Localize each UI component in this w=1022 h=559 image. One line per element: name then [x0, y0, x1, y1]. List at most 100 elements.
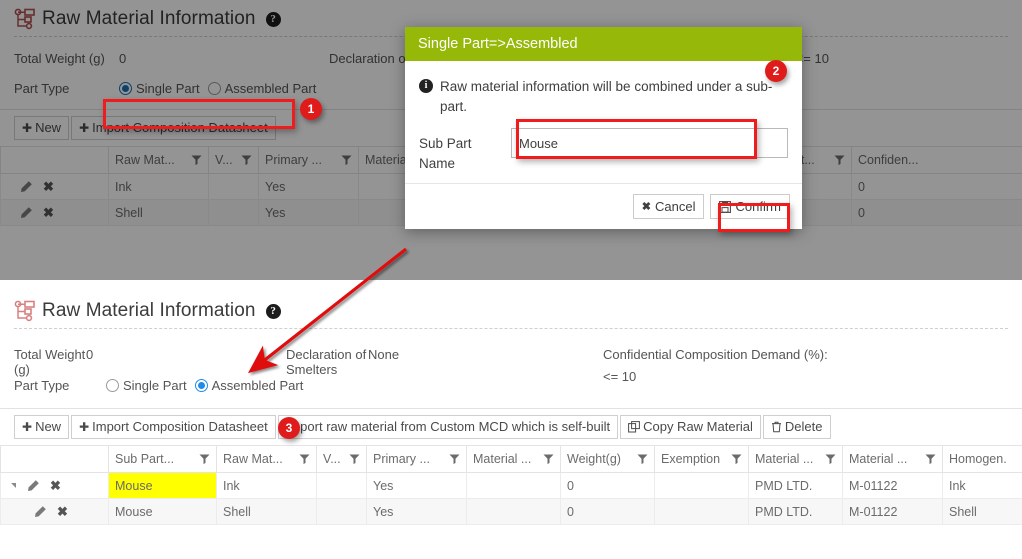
- dialog-title: Single Part=>Assembled: [418, 36, 578, 52]
- declaration-label: Declaration of Smelters: [286, 347, 367, 377]
- annotation-badge-3: 3: [278, 417, 300, 439]
- td-version: [316, 472, 367, 499]
- sub-part-name-field-row: Sub Part Name: [419, 128, 788, 173]
- import-raw-material-custom-mcd-button[interactable]: Import raw material from Custom MCD whic…: [277, 415, 619, 439]
- filter-funnel-icon[interactable]: [349, 454, 360, 464]
- th-raw-material[interactable]: Raw Mat...: [216, 445, 317, 473]
- td-sub-part: Mouse: [108, 498, 217, 525]
- th-sub-part[interactable]: Sub Part...: [108, 445, 217, 473]
- th-material-a[interactable]: Material ...: [466, 445, 561, 473]
- radio-assembled-part-bottom[interactable]: Assembled Part: [194, 377, 304, 393]
- annotation-badge-1: 1: [300, 98, 322, 120]
- sub-part-name-label: Sub Part Name: [419, 136, 472, 171]
- delete-button[interactable]: Delete: [762, 415, 831, 439]
- confirm-button[interactable]: Confirm: [710, 194, 790, 220]
- filter-funnel-icon[interactable]: [731, 454, 742, 464]
- filter-funnel-icon[interactable]: [825, 454, 836, 464]
- td-primary: Yes: [366, 472, 467, 499]
- td-material-b: PMD LTD.: [748, 472, 843, 499]
- dialog-message-row: i Raw material information will be combi…: [419, 77, 788, 116]
- delete-x-icon[interactable]: ✖: [57, 504, 68, 520]
- td-material-no[interactable]: M-01122: [842, 498, 943, 525]
- table-row[interactable]: ✖ Mouse Shell Yes 0 PMD LTD. M-01122 She…: [0, 498, 1022, 525]
- total-weight-value: 0: [86, 347, 94, 362]
- th-version-label: V...: [323, 452, 341, 466]
- import-composition-datasheet-label-bottom: Import Composition Datasheet: [92, 419, 268, 434]
- bottom-raw-material-table: Sub Part... Raw Mat... V... Primary ... …: [0, 445, 1022, 525]
- table-row[interactable]: ✖ Mouse Ink Yes 0 PMD LTD. M-01122 Ink: [0, 472, 1022, 499]
- td-sub-part: Mouse: [108, 472, 217, 499]
- td-exemption: [654, 498, 749, 525]
- confidential-value: <= 10: [603, 369, 637, 384]
- edit-pencil-icon[interactable]: [33, 505, 47, 519]
- td-material-a: [466, 472, 561, 499]
- radio-single-part-input-bottom[interactable]: [106, 378, 119, 392]
- hierarchy-tree-icon: [14, 300, 36, 322]
- filter-funnel-icon[interactable]: [199, 454, 210, 464]
- th-weight[interactable]: Weight(g): [560, 445, 655, 473]
- td-homogeneous: Ink: [942, 472, 1022, 499]
- sub-part-name-field-box: [511, 128, 788, 159]
- dialog-message: Raw material information will be combine…: [440, 79, 773, 114]
- filter-funnel-icon[interactable]: [925, 454, 936, 464]
- td-weight: 0: [560, 472, 655, 499]
- td-actions: ✖: [0, 498, 109, 525]
- x-icon: ✖: [641, 201, 652, 214]
- bottom-raw-material-section: Raw Material Information ? Total Weight …: [0, 280, 1022, 559]
- cancel-button[interactable]: ✖ Cancel: [632, 194, 705, 220]
- th-material-a-label: Material ...: [473, 452, 532, 466]
- th-primary[interactable]: Primary ...: [366, 445, 467, 473]
- import-composition-datasheet-button-bottom[interactable]: ✚ Import Composition Datasheet: [71, 415, 276, 439]
- dialog-footer: ✖ Cancel Confirm: [405, 183, 802, 229]
- td-primary: Yes: [366, 498, 467, 525]
- annotation-badge-2: 2: [765, 60, 787, 82]
- td-material-a: [466, 498, 561, 525]
- delete-x-icon[interactable]: ✖: [50, 478, 61, 494]
- th-material-b[interactable]: Material ...: [748, 445, 843, 473]
- question-circle-icon[interactable]: ?: [265, 303, 281, 319]
- th-primary-label: Primary ...: [373, 452, 430, 466]
- delete-button-label: Delete: [784, 419, 823, 434]
- th-raw-material-label: Raw Mat...: [223, 452, 283, 466]
- td-exemption: [654, 472, 749, 499]
- confidential-label: Confidential Composition Demand (%):: [603, 347, 828, 362]
- td-raw-material: Ink: [216, 472, 317, 499]
- td-version: [316, 498, 367, 525]
- filter-funnel-icon[interactable]: [637, 454, 648, 464]
- td-homogeneous: Shell: [942, 498, 1022, 525]
- th-actions-bottom: [0, 445, 109, 473]
- expand-caret-icon[interactable]: [11, 483, 16, 488]
- td-material-no[interactable]: M-01122: [842, 472, 943, 499]
- edit-pencil-icon[interactable]: [26, 479, 40, 493]
- radio-assembled-part-input-bottom[interactable]: [194, 378, 208, 392]
- bottom-info-grid: Total Weight (g) 0 Declaration of Smelte…: [0, 329, 1022, 400]
- filter-funnel-icon[interactable]: [543, 454, 554, 464]
- copy-raw-material-button[interactable]: Copy Raw Material: [620, 415, 761, 439]
- filter-funnel-icon[interactable]: [449, 454, 460, 464]
- declaration-value: None: [368, 347, 400, 362]
- th-sub-part-label: Sub Part...: [115, 452, 175, 466]
- th-homogeneous[interactable]: Homogen.: [942, 445, 1022, 473]
- filter-funnel-icon[interactable]: [299, 454, 310, 464]
- screenshot-root: Raw Material Information ? Total Weight …: [0, 0, 1022, 559]
- td-actions: ✖: [0, 472, 109, 499]
- th-material-no[interactable]: Material ...: [842, 445, 943, 473]
- sub-part-name-input[interactable]: [511, 128, 788, 159]
- copy-raw-material-label: Copy Raw Material: [643, 419, 753, 434]
- td-material-b: PMD LTD.: [748, 498, 843, 525]
- new-button-bottom-label: New: [35, 419, 62, 434]
- th-version[interactable]: V...: [316, 445, 367, 473]
- radio-single-part-label-bottom: Single Part: [123, 377, 187, 393]
- td-weight: 0: [560, 498, 655, 525]
- radio-assembled-part-label-bottom: Assembled Part: [211, 377, 304, 393]
- td-raw-material: Shell: [216, 498, 317, 525]
- part-type-label: Part Type: [14, 377, 70, 393]
- radio-single-part-bottom[interactable]: Single Part: [106, 378, 187, 393]
- new-button-bottom[interactable]: ✚ New: [14, 415, 70, 439]
- th-homogeneous-label: Homogen.: [949, 452, 1007, 466]
- th-material-no-label: Material ...: [849, 452, 908, 466]
- page-title: Raw Material Information: [42, 300, 256, 321]
- th-exemption[interactable]: Exemption: [654, 445, 749, 473]
- import-raw-material-custom-mcd-label: Import raw material from Custom MCD whic…: [285, 419, 611, 434]
- bottom-table-header-row: Sub Part... Raw Mat... V... Primary ... …: [0, 445, 1022, 473]
